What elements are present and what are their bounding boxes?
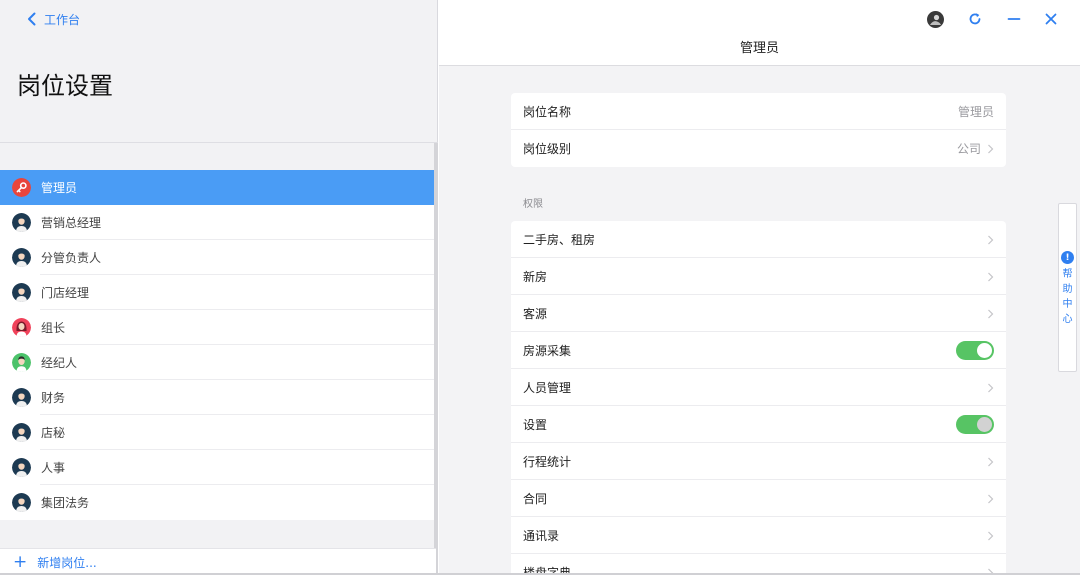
row-label: 通讯录 (523, 529, 560, 543)
detail-title: 管理员 (739, 41, 779, 56)
role-item[interactable]: 分管负责人 (0, 240, 436, 275)
chevron-right-icon (988, 235, 994, 244)
permission-row[interactable]: 新房 (511, 258, 1006, 295)
help-center-tab[interactable]: ! 帮助中心 (1058, 203, 1077, 372)
refresh-icon (969, 13, 981, 25)
role-label: 组长 (41, 321, 66, 335)
add-role-button[interactable]: + 新增岗位... (0, 548, 436, 575)
role-label: 营销总经理 (41, 216, 102, 230)
refresh-button[interactable] (965, 9, 985, 29)
basic-info-card: 岗位名称 管理员 岗位级别 公司 (511, 93, 1006, 167)
chevron-right-icon (988, 309, 994, 318)
scrollbar[interactable] (434, 143, 438, 575)
chevron-right-icon (988, 383, 994, 392)
row-value: 公司 (956, 142, 981, 156)
role-label: 财务 (41, 391, 66, 405)
row-label: 房源采集 (523, 344, 572, 358)
person-avatar-icon (12, 423, 31, 442)
help-center-label: 帮助中心 (1062, 269, 1073, 325)
person-avatar-icon (12, 493, 31, 512)
row-label: 行程统计 (523, 455, 572, 469)
chevron-left-icon (28, 12, 36, 26)
person-female-avatar-icon (12, 318, 31, 337)
minimize-button[interactable] (1004, 9, 1024, 29)
permission-row: 设置 (511, 406, 1006, 443)
role-label: 人事 (41, 461, 66, 475)
person-avatar-icon (12, 248, 31, 267)
user-avatar-icon (926, 10, 944, 28)
key-icon (12, 178, 31, 197)
toggle-knob (977, 343, 992, 358)
user-avatar[interactable] (925, 9, 945, 29)
person-avatar-icon (12, 388, 31, 407)
permission-row[interactable]: 合同 (511, 480, 1006, 517)
role-item[interactable]: 店秘 (0, 415, 436, 450)
divider (0, 142, 438, 143)
permissions-card: 二手房、租房 新房 客源 房源采集 人员管理 设置 行程统计 合同 通讯录 楼盘… (511, 221, 1006, 575)
permission-row[interactable]: 二手房、租房 (511, 221, 1006, 258)
row-label: 二手房、租房 (523, 233, 596, 247)
role-item[interactable]: 经纪人 (0, 345, 436, 380)
role-label: 门店经理 (41, 286, 90, 300)
role-label: 集团法务 (41, 496, 90, 510)
permission-row[interactable]: 楼盘字典 (511, 554, 1006, 575)
person-avatar-icon (12, 458, 31, 477)
plus-icon: + (13, 551, 28, 572)
person-green-avatar-icon (12, 353, 31, 372)
role-label: 分管负责人 (41, 251, 102, 265)
role-name-row[interactable]: 岗位名称 管理员 (511, 93, 1006, 130)
person-avatar-icon (12, 213, 31, 232)
back-button[interactable]: 工作台 (26, 10, 80, 28)
minimize-icon (1007, 18, 1021, 20)
row-label: 合同 (523, 492, 548, 506)
role-label: 经纪人 (41, 356, 78, 370)
chevron-right-icon (988, 272, 994, 281)
detail-header: 管理员 (439, 0, 1080, 66)
back-label: 工作台 (44, 12, 81, 27)
chevron-right-icon (988, 494, 994, 503)
chevron-right-icon (988, 531, 994, 540)
row-label: 设置 (523, 418, 548, 432)
person-avatar-icon (12, 283, 31, 302)
close-icon (1045, 13, 1057, 25)
chevron-right-icon (988, 457, 994, 466)
row-value-wrap: 公司 (957, 140, 994, 157)
detail-pane: 管理员 岗位名称 管理员 岗位级别 公司 权限 二手房、租房 新房 客源 房源采… (439, 0, 1080, 575)
role-list: 管理员 营销总经理 分管负责人 门店经理 组长 经纪人 财务 店秘 人事 集团法… (0, 170, 436, 520)
toggle-switch[interactable] (956, 341, 994, 360)
add-role-label: 新增岗位... (37, 555, 97, 570)
row-label: 人员管理 (523, 381, 572, 395)
permission-row[interactable]: 通讯录 (511, 517, 1006, 554)
role-label: 店秘 (41, 426, 66, 440)
toggle-switch[interactable] (956, 415, 994, 434)
row-label: 新房 (523, 270, 548, 284)
chevron-right-icon (988, 144, 994, 153)
role-item[interactable]: 营销总经理 (0, 205, 436, 240)
role-label: 管理员 (41, 181, 78, 195)
close-button[interactable] (1041, 9, 1061, 29)
role-item[interactable]: 财务 (0, 380, 436, 415)
permission-row[interactable]: 客源 (511, 295, 1006, 332)
toggle-knob (977, 417, 992, 432)
row-label: 岗位名称 (523, 105, 572, 119)
role-item[interactable]: 门店经理 (0, 275, 436, 310)
left-pane: 工作台 岗位设置 管理员 营销总经理 分管负责人 门店经理 组长 经纪人 财务 … (0, 0, 438, 575)
permission-row[interactable]: 行程统计 (511, 443, 1006, 480)
permission-row[interactable]: 人员管理 (511, 369, 1006, 406)
role-level-row[interactable]: 岗位级别 公司 (511, 130, 1006, 167)
row-label: 客源 (523, 307, 548, 321)
role-item[interactable]: 组长 (0, 310, 436, 345)
role-item[interactable]: 人事 (0, 450, 436, 485)
row-value: 管理员 (957, 105, 994, 119)
role-item[interactable]: 管理员 (0, 170, 436, 205)
section-label: 权限 (523, 199, 543, 210)
permission-row: 房源采集 (511, 332, 1006, 369)
row-label: 岗位级别 (523, 142, 572, 156)
info-icon: ! (1061, 251, 1074, 264)
role-item[interactable]: 集团法务 (0, 485, 436, 520)
page-title: 岗位设置 (17, 72, 113, 100)
